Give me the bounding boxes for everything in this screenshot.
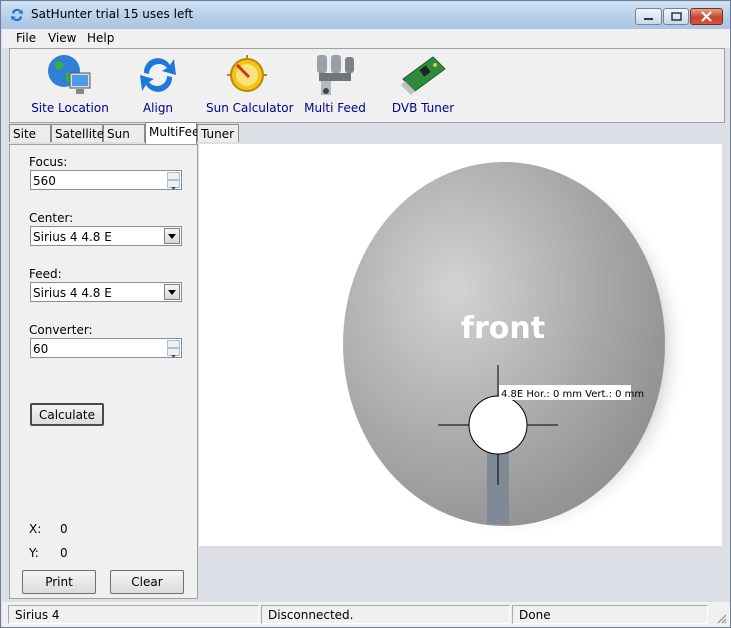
center-select[interactable]: Sirius 4 4.8 E [30,226,182,246]
feed-value: Sirius 4 4.8 E [33,286,112,300]
multifeed-panel: Focus: 560 Center: Sirius 4 4.8 E Feed: … [9,144,198,599]
calculate-button[interactable]: Calculate [30,403,104,426]
multi-feed-label: Multi Feed [304,101,366,115]
converter-label: Converter: [29,323,93,337]
maximize-icon [671,12,682,21]
spin-up-icon[interactable] [167,340,180,351]
tuner-card-icon [401,56,446,95]
tab-site[interactable]: Site [9,124,51,142]
spin-down-icon[interactable] [167,348,180,358]
align-button[interactable]: Align [128,51,188,119]
sun-calculator-button[interactable]: Sun Calculator [206,51,294,119]
tab-tuner[interactable]: Tuner [197,124,239,142]
front-label: front [461,311,545,346]
tab-satellites[interactable]: Satellites [51,124,110,142]
status-connection: Disconnected. [261,605,510,624]
dvb-tuner-label: DVB Tuner [391,101,455,115]
feed-select[interactable]: Sirius 4 4.8 E [30,282,182,302]
sun-compass-icon [227,55,267,92]
spin-down-icon[interactable] [167,180,180,190]
toolbar: Site Location Align Sun Calculator Multi… [9,48,725,123]
globe-computer-icon [48,55,91,94]
dvb-tuner-button[interactable]: DVB Tuner [388,51,458,119]
refresh-arrows-icon [140,58,176,92]
y-label: Y: [29,546,39,560]
lnb-feed-icon [317,55,354,95]
x-value: 0 [60,522,68,536]
center-label: Center: [29,211,74,225]
menu-help[interactable]: Help [87,31,114,45]
converter-spinbox[interactable]: 60 [30,338,182,358]
application-window: SatHunter trial 15 uses left File View H… [0,0,731,628]
clear-button[interactable]: Clear [110,570,184,594]
window-title: SatHunter trial 15 uses left [31,7,194,21]
minimize-button[interactable] [635,8,662,25]
minimize-icon [644,18,653,20]
focus-spinner[interactable] [167,172,180,190]
tab-multifeed[interactable]: MultiFeed [145,122,207,144]
site-location-button[interactable]: Site Location [30,51,110,119]
close-icon [701,11,712,22]
focus-spinbox[interactable]: 560 [30,170,182,190]
spin-up-icon[interactable] [167,172,180,183]
feed-label: Feed: [29,267,62,281]
dish-diagram: front 4.8E Hor.: 0 mm Vert.: 0 mm [343,161,689,537]
chevron-down-icon [168,234,176,239]
app-icon [11,8,23,22]
menu-bar: File View Help [2,29,730,48]
feed-dropdown-button[interactable] [164,284,180,300]
sun-calculator-label: Sun Calculator [206,101,294,115]
status-satellite: Sirius 4 [8,605,259,624]
converter-value: 60 [33,342,49,356]
tab-sun[interactable]: Sun [103,124,145,142]
center-value: Sirius 4 4.8 E [33,230,112,244]
converter-spinner[interactable] [167,340,180,358]
close-button[interactable] [690,8,723,25]
status-bar: Sirius 4 Disconnected. Done [2,602,730,627]
focus-label: Focus: [29,155,68,169]
maximize-button[interactable] [663,8,689,25]
x-label: X: [29,522,42,536]
dish-diagram-canvas[interactable]: front 4.8E Hor.: 0 mm Vert.: 0 mm [199,144,722,546]
focus-value: 560 [33,174,56,188]
title-bar[interactable]: SatHunter trial 15 uses left [1,1,730,29]
status-state: Done [512,605,708,624]
site-location-label: Site Location [31,101,109,115]
menu-file[interactable]: File [16,31,36,45]
y-value: 0 [60,546,68,560]
align-label: Align [142,101,174,115]
chevron-down-icon [168,290,176,295]
feed-marker [468,395,528,455]
resize-grip-icon[interactable] [715,612,727,624]
multi-feed-button[interactable]: Multi Feed [302,51,368,119]
feed-position-label: 4.8E Hor.: 0 mm Vert.: 0 mm [501,389,644,400]
center-dropdown-button[interactable] [164,228,180,244]
menu-view[interactable]: View [48,31,76,45]
print-button[interactable]: Print [22,570,96,594]
